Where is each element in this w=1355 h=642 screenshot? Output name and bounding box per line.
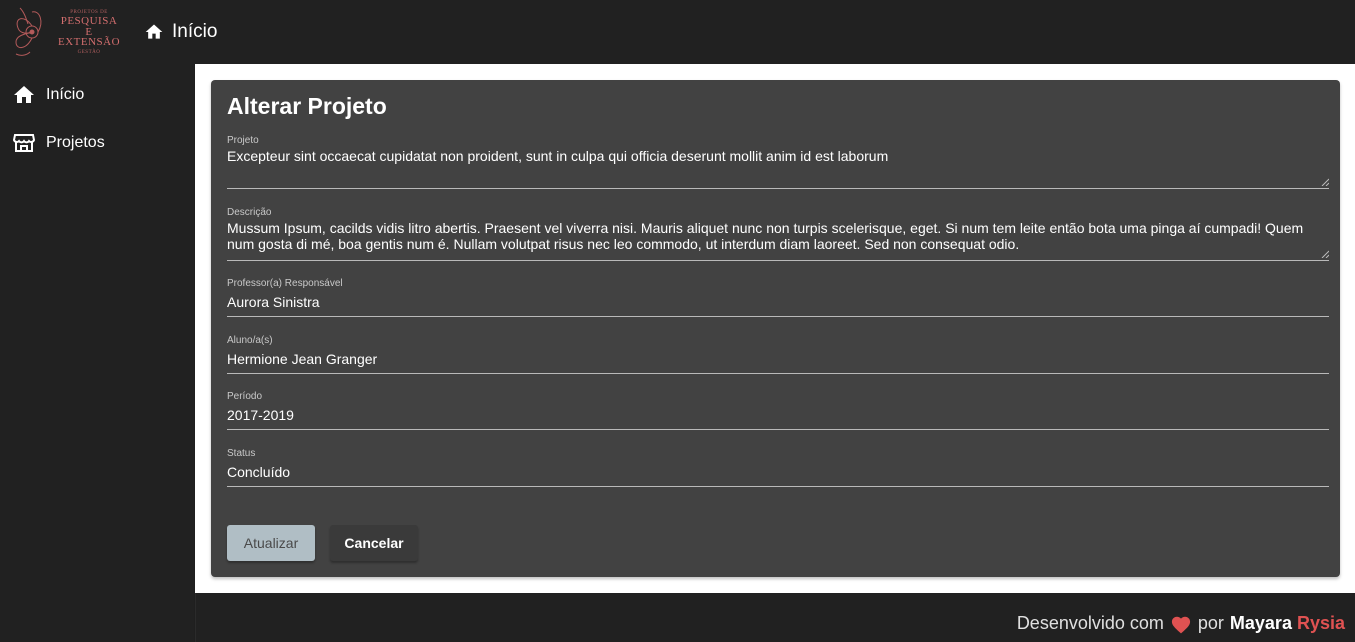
logo: PROJETOS DE PESQUISA E EXTENSÃO GESTÃO bbox=[10, 0, 122, 64]
footer-credit: Desenvolvido com por Mayara Rysia bbox=[1017, 613, 1345, 634]
aluno-field[interactable]: Aluno/a(s) Hermione Jean Granger bbox=[227, 335, 1329, 375]
aluno-input[interactable]: Hermione Jean Granger bbox=[227, 351, 1312, 367]
flower-logo-icon bbox=[15, 7, 42, 56]
periodo-label: Período bbox=[227, 391, 263, 402]
heart-icon bbox=[1170, 614, 1192, 634]
store-icon bbox=[12, 134, 36, 152]
main-content: Alterar Projeto Projeto Excepteur sint o… bbox=[195, 64, 1355, 593]
home-icon bbox=[145, 24, 163, 39]
professor-input[interactable]: Aurora Sinistra bbox=[227, 294, 1312, 310]
toolbar-home-label: Início bbox=[172, 21, 218, 42]
resize-handle-icon[interactable] bbox=[1321, 178, 1329, 186]
aluno-underline bbox=[227, 373, 1329, 374]
author-last-name: Rysia bbox=[1296, 613, 1345, 633]
status-underline bbox=[227, 486, 1329, 487]
aluno-label: Aluno/a(s) bbox=[227, 335, 273, 346]
sidebar: Início Projetos bbox=[0, 64, 194, 642]
periodo-field[interactable]: Período 2017-2019 bbox=[227, 391, 1329, 431]
projeto-label: Projeto bbox=[227, 135, 259, 146]
projeto-field[interactable]: Projeto Excepteur sint occaecat cupidata… bbox=[227, 135, 1329, 190]
logo-text-bottom: GESTÃO bbox=[77, 50, 101, 55]
sidebar-item-inicio[interactable]: Início bbox=[0, 71, 194, 119]
periodo-input[interactable]: 2017-2019 bbox=[227, 407, 1312, 423]
professor-underline bbox=[227, 316, 1329, 317]
descricao-textarea[interactable]: Mussum Ipsum, cacilds vidis litro aberti… bbox=[227, 220, 1312, 252]
resize-handle-icon[interactable] bbox=[1321, 250, 1329, 258]
status-label: Status bbox=[227, 448, 256, 459]
status-field[interactable]: Status Concluído bbox=[227, 448, 1329, 488]
sidebar-item-label: Início bbox=[46, 86, 85, 103]
toolbar-home-link[interactable]: Início bbox=[144, 20, 217, 44]
footer: Desenvolvido com por Mayara Rysia bbox=[195, 593, 1355, 642]
sidebar-item-projetos[interactable]: Projetos bbox=[0, 119, 194, 167]
professor-label: Professor(a) Responsável bbox=[227, 278, 343, 289]
periodo-underline bbox=[227, 429, 1329, 430]
page-title: Alterar Projeto bbox=[227, 93, 387, 119]
projeto-textarea[interactable]: Excepteur sint occaecat cupidatat non pr… bbox=[227, 148, 1312, 164]
home-icon bbox=[14, 86, 34, 103]
descricao-underline bbox=[227, 260, 1329, 261]
logo-text-extensao: EXTENSÃO bbox=[57, 36, 121, 48]
update-button[interactable]: Atualizar bbox=[227, 525, 315, 561]
descricao-label: Descrição bbox=[227, 207, 272, 218]
professor-field[interactable]: Professor(a) Responsável Aurora Sinistra bbox=[227, 278, 1329, 318]
cancel-button[interactable]: Cancelar bbox=[330, 525, 418, 561]
app-toolbar: PROJETOS DE PESQUISA E EXTENSÃO GESTÃO I… bbox=[0, 0, 1355, 64]
sidebar-item-label: Projetos bbox=[46, 134, 105, 151]
projeto-underline bbox=[227, 188, 1329, 189]
footer-text-by: por bbox=[1197, 613, 1224, 633]
footer-text-before: Desenvolvido com bbox=[1016, 613, 1164, 633]
edit-project-card: Alterar Projeto Projeto Excepteur sint o… bbox=[211, 80, 1340, 577]
status-input[interactable]: Concluído bbox=[227, 464, 1312, 480]
descricao-field[interactable]: Descrição Mussum Ipsum, cacilds vidis li… bbox=[227, 207, 1329, 262]
author-first-name: Mayara bbox=[1229, 613, 1292, 633]
